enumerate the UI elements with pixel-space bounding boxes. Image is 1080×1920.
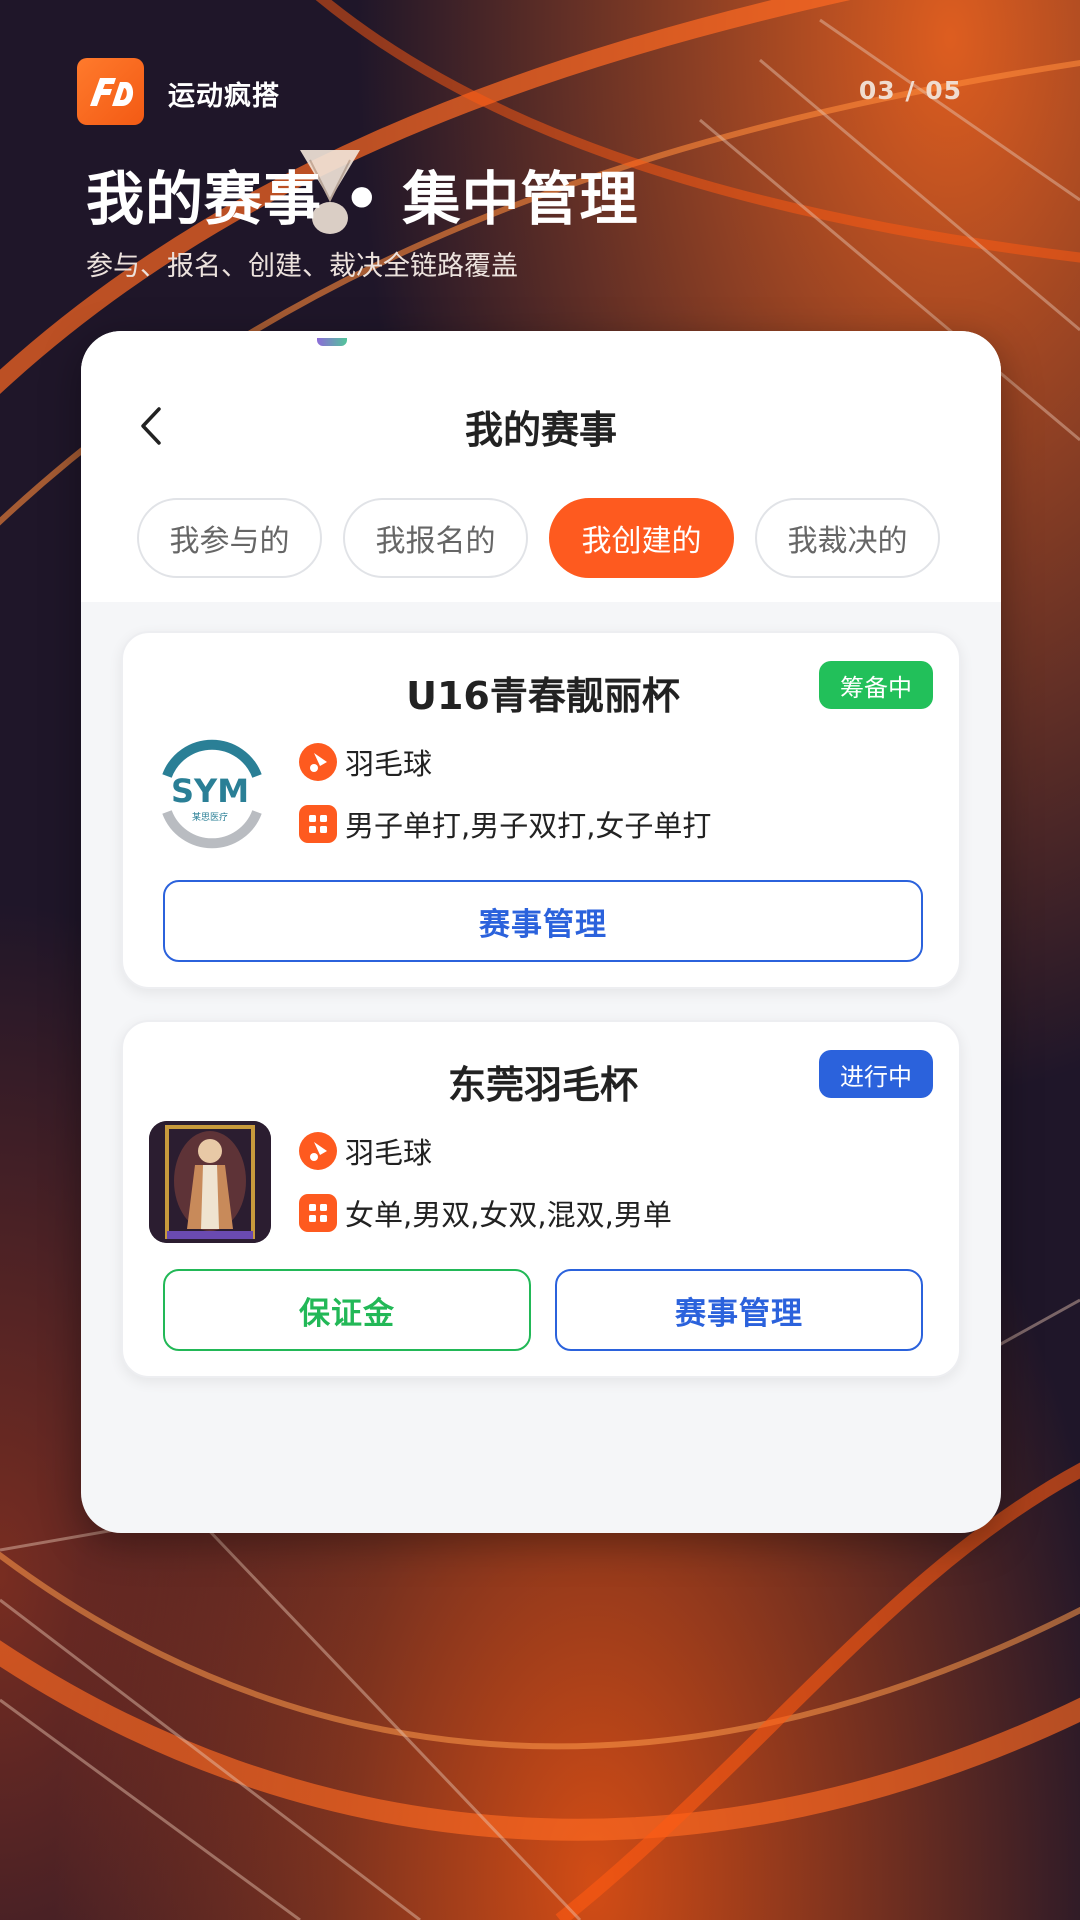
phone-screen: 我的赛事 我参与的 我报名的 我创建的 我裁决的 U16青春靓丽杯 筹备中 SY… xyxy=(81,331,1001,1533)
deposit-button[interactable]: 保证金 xyxy=(163,1269,531,1351)
status-badge: 筹备中 xyxy=(819,661,933,709)
manage-event-button[interactable]: 赛事管理 xyxy=(163,880,923,962)
camera-indicator xyxy=(317,338,347,346)
page-counter: 03 / 05 xyxy=(858,76,962,105)
manage-event-button[interactable]: 赛事管理 xyxy=(555,1269,923,1351)
status-badge: 进行中 xyxy=(819,1050,933,1098)
categories-row: 女单,男双,女双,混双,男单 xyxy=(299,1192,672,1234)
sport-label: 羽毛球 xyxy=(345,1136,433,1170)
brand-name: 运动疯搭 xyxy=(168,81,280,112)
sport-row: 羽毛球 xyxy=(299,1130,432,1172)
sport-row: 羽毛球 xyxy=(299,741,432,783)
screen-title: 我的赛事 xyxy=(464,408,617,452)
svg-text:某思医疗: 某思医疗 xyxy=(192,811,228,823)
tab-created[interactable]: 我创建的 xyxy=(549,498,734,578)
headline: 我的赛事 • 集中管理 xyxy=(86,165,639,233)
event-card[interactable]: 东莞羽毛杯 进行中 羽毛球 女单,男双,女双,混双,男单 保证金 赛事管理 xyxy=(121,1020,961,1378)
categories-label: 女单,男双,女双,混双,男单 xyxy=(345,1198,672,1232)
tab-bar: 我参与的 我报名的 我创建的 我裁决的 xyxy=(137,498,940,578)
event-card[interactable]: U16青春靓丽杯 筹备中 SYM 某思医疗 羽毛球 男子单打,男子双打,女子单打… xyxy=(121,631,961,989)
grid-icon xyxy=(299,1194,337,1232)
categories-row: 男子单打,男子双打,女子单打 xyxy=(299,803,711,845)
svg-text:SYM: SYM xyxy=(171,772,249,810)
screen-header: 我的赛事 我参与的 我报名的 我创建的 我裁决的 xyxy=(81,331,1001,602)
brand-logo-icon xyxy=(77,58,144,125)
event-thumbnail xyxy=(149,1121,271,1243)
event-thumbnail: SYM 某思医疗 xyxy=(149,732,271,854)
grid-icon xyxy=(299,805,337,843)
categories-label: 男子单打,男子双打,女子单打 xyxy=(345,809,712,843)
shuttlecock-icon xyxy=(299,743,337,781)
tab-registered[interactable]: 我报名的 xyxy=(343,498,528,578)
subheadline: 参与、报名、创建、裁决全链路覆盖 xyxy=(86,251,518,282)
tab-participated[interactable]: 我参与的 xyxy=(137,498,322,578)
sport-label: 羽毛球 xyxy=(345,747,433,781)
shuttlecock-icon xyxy=(299,1132,337,1170)
tab-refereed[interactable]: 我裁决的 xyxy=(755,498,940,578)
